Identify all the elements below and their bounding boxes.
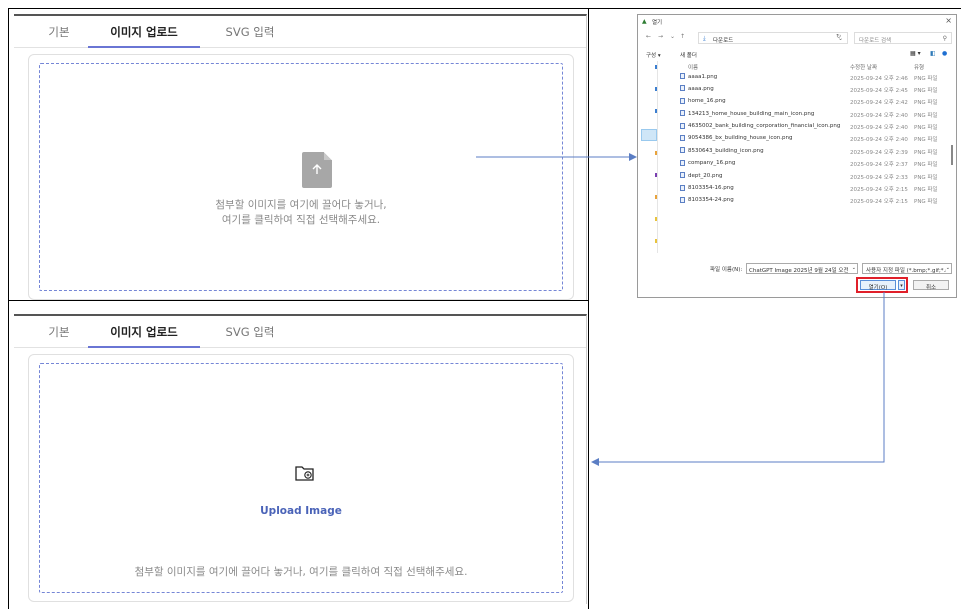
arrow-to-result xyxy=(591,292,885,466)
flow-connectors xyxy=(476,153,885,466)
